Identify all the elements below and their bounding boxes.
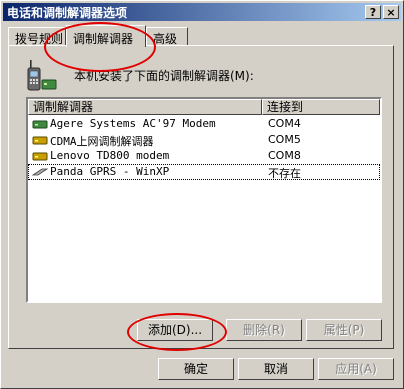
ok-button[interactable]: 确定 (158, 358, 234, 380)
close-button[interactable]: × (383, 5, 399, 19)
modem-icon (32, 134, 48, 149)
tab-advanced[interactable]: 高级 (146, 27, 188, 47)
properties-button[interactable]: 属性(P) (306, 319, 382, 341)
modem-icon (32, 150, 48, 165)
column-port[interactable]: 连接到 (262, 99, 380, 115)
modem-port: COM8 (268, 149, 301, 162)
add-button[interactable]: 添加(D)... (137, 319, 213, 341)
apply-button[interactable]: 应用(A) (318, 358, 394, 380)
title-bar[interactable]: 电话和调制解调器选项 ? × (3, 3, 401, 21)
modems-description: 本机安装了下面的调制解调器(M): (74, 69, 254, 83)
tab-modems[interactable]: 调制解调器 (66, 25, 146, 47)
modem-icon (32, 118, 48, 133)
modem-port: COM5 (268, 133, 301, 146)
modem-port: COM4 (268, 117, 301, 130)
window-title: 电话和调制解调器选项 (7, 6, 128, 20)
modem-name: Lenovo TD800 modem (50, 149, 170, 162)
tab-dialing-rules[interactable]: 拨号规则 (8, 27, 66, 47)
modems-list[interactable]: 调制解调器 连接到 Agere Systems AC'97 Modem COM4… (26, 97, 382, 303)
list-item[interactable]: Lenovo TD800 modem COM8 (28, 148, 380, 164)
phone-modem-icon (24, 58, 58, 97)
modem-name: Agere Systems AC'97 Modem (50, 117, 216, 130)
cable-modem-icon (31, 166, 49, 181)
modem-name: Panda GPRS - WinXP (50, 165, 170, 178)
list-item[interactable]: CDMA上网调制解调器 COM5 (28, 132, 380, 148)
remove-button[interactable]: 删除(R) (226, 319, 302, 341)
list-item[interactable]: Agere Systems AC'97 Modem COM4 (28, 116, 380, 132)
list-header: 调制解调器 连接到 (28, 99, 380, 115)
help-button[interactable]: ? (365, 5, 381, 19)
column-modem[interactable]: 调制解调器 (28, 99, 262, 115)
modem-port: 不存在 (268, 167, 301, 180)
modem-name: CDMA上网调制解调器 (50, 135, 154, 148)
list-item-selected[interactable]: Panda GPRS - WinXP 不存在 (28, 164, 380, 180)
cancel-button[interactable]: 取消 (238, 358, 314, 380)
